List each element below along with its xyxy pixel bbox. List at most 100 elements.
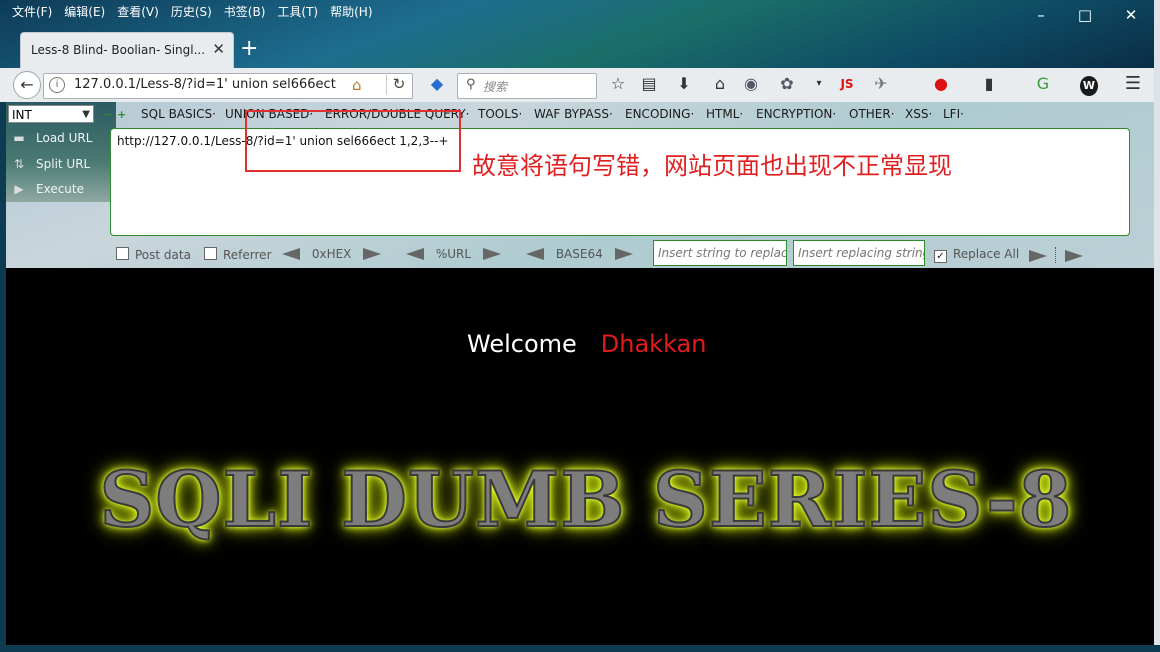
menu-encryption[interactable]: ENCRYPTION·	[756, 107, 836, 121]
menu-lfi[interactable]: LFI·	[943, 107, 964, 121]
split-url-label: Split URL	[36, 157, 91, 171]
load-url-label: Load URL	[36, 131, 93, 145]
search-bar[interactable]: ⚲ 搜索	[457, 73, 597, 99]
palette-icon[interactable]: ✿	[776, 74, 798, 94]
tab-title: Less-8 Blind- Boolian- Singl...	[31, 43, 206, 57]
replace-left-arrow-icon[interactable]	[1029, 250, 1047, 262]
type-select[interactable]: INT ▼	[8, 105, 94, 123]
back-arrow-icon[interactable]: ←	[13, 71, 41, 99]
js-icon[interactable]: JS	[836, 74, 858, 94]
execute-button[interactable]: ▶ Execute	[12, 182, 84, 196]
new-tab-icon[interactable]: +	[240, 38, 258, 60]
url-label: %URL	[435, 247, 472, 261]
menu-waf-bypass[interactable]: WAF BYPASS·	[534, 107, 613, 121]
hex-decode-arrow-icon[interactable]	[282, 248, 300, 260]
dropdown-chevron-icon[interactable]: ▾	[808, 74, 830, 94]
post-data-checkbox[interactable]: Post data	[116, 247, 191, 262]
welcome-name: Dhakkan	[600, 330, 707, 358]
menu-tools[interactable]: 工具(T)	[271, 2, 324, 22]
menu-encoding[interactable]: ENCODING·	[625, 107, 694, 121]
menu-sql-basics[interactable]: SQL BASICS·	[141, 107, 216, 121]
reload-icon[interactable]: ↻	[386, 75, 411, 95]
url-encode-arrow-icon[interactable]	[482, 248, 501, 260]
download-icon[interactable]: ⬇	[673, 74, 695, 94]
welcome-line: Welcome Dhakkan	[467, 330, 706, 358]
base64-label: BASE64	[555, 247, 603, 261]
active-tab[interactable]: Less-8 Blind- Boolian- Singl... ✕	[20, 32, 234, 69]
replace-string-input[interactable]: Insert string to replace	[653, 240, 787, 266]
replacing-string-input[interactable]: Insert replacing string	[793, 240, 925, 266]
hamburger-menu-icon[interactable]: ☰	[1122, 74, 1144, 94]
window-bottom-edge	[0, 645, 1160, 652]
search-placeholder: 搜索	[483, 80, 508, 94]
post-data-box[interactable]	[116, 247, 129, 260]
clipboard-icon[interactable]: ▮	[978, 74, 1000, 94]
base64-control: BASE64	[526, 247, 633, 261]
hackbar-panel: INT ▼ − + SQL BASICS· UNION BASED· ERROR…	[6, 102, 1154, 268]
load-url-button[interactable]: ▬ Load URL	[12, 131, 92, 145]
menu-help[interactable]: 帮助(H)	[324, 2, 378, 22]
reader-list-icon[interactable]: ▤	[638, 74, 660, 94]
execute-icon: ▶	[14, 182, 24, 196]
annotation-text: 故意将语句写错，网站页面也出现不正常显现	[472, 152, 952, 180]
hex-label: 0xHEX	[311, 247, 352, 261]
replace-all-box[interactable]: ✓	[934, 250, 947, 263]
menu-view[interactable]: 查看(V)	[111, 2, 165, 22]
base64-encode-arrow-icon[interactable]	[614, 248, 633, 260]
replace-arrows	[1029, 247, 1083, 263]
minimize-button[interactable]: –	[1018, 2, 1064, 28]
menu-history[interactable]: 历史(S)	[165, 2, 218, 22]
url-text[interactable]: 127.0.0.1/Less-8/?id=1' union sel666ect	[74, 77, 336, 92]
colorful-g-icon[interactable]: G	[1032, 74, 1054, 94]
info-icon[interactable]: i	[49, 77, 65, 93]
url-bar[interactable]: i 127.0.0.1/Less-8/?id=1' union sel666ec…	[43, 73, 413, 99]
post-data-label: Post data	[135, 248, 191, 262]
menu-bookmarks[interactable]: 书签(B)	[218, 2, 272, 22]
window-left-edge	[0, 102, 6, 645]
duck-icon[interactable]: ◆	[426, 74, 448, 94]
w-shield-icon[interactable]: W	[1080, 76, 1098, 96]
urlencode-control: %URL	[406, 247, 501, 261]
menu-file[interactable]: 文件(F)	[6, 2, 58, 22]
select-arrow-icon: ▼	[82, 109, 90, 120]
replace-all-checkbox[interactable]: ✓ Replace All	[934, 247, 1019, 263]
menu-bar: 文件(F) 编辑(E) 查看(V) 历史(S) 书签(B) 工具(T) 帮助(H…	[6, 2, 379, 22]
hex-encode-arrow-icon[interactable]	[363, 248, 382, 260]
menu-xss[interactable]: XSS·	[905, 107, 932, 121]
referrer-box[interactable]	[204, 247, 217, 260]
maximize-button[interactable]: □	[1062, 2, 1108, 28]
menu-other[interactable]: OTHER·	[849, 107, 895, 121]
referrer-label: Referrer	[223, 248, 272, 262]
split-url-button[interactable]: ⇅ Split URL	[12, 157, 90, 171]
tab-close-icon[interactable]: ✕	[212, 40, 225, 58]
replace-all-label: Replace All	[953, 247, 1020, 261]
rocket-icon[interactable]: ✈	[870, 74, 892, 94]
series-banner: SQLI DUMB SERIES-8	[98, 454, 1073, 545]
menu-edit[interactable]: 编辑(E)	[58, 2, 111, 22]
split-url-icon: ⇅	[13, 157, 25, 171]
url-decode-arrow-icon[interactable]	[406, 248, 424, 260]
welcome-text: Welcome	[467, 330, 577, 358]
page-content: Welcome Dhakkan SQLI DUMB SERIES-8	[6, 268, 1154, 645]
menu-tools[interactable]: TOOLS·	[478, 107, 522, 121]
window-right-edge	[1154, 0, 1160, 652]
referrer-checkbox[interactable]: Referrer	[204, 247, 272, 262]
browser-window: 文件(F) 编辑(E) 查看(V) 历史(S) 书签(B) 工具(T) 帮助(H…	[0, 0, 1160, 652]
hex-control: 0xHEX	[282, 247, 382, 261]
load-url-icon: ▬	[13, 131, 25, 145]
type-select-value: INT	[12, 108, 32, 122]
execute-label: Execute	[36, 182, 84, 196]
red-record-icon[interactable]: ●	[930, 74, 952, 94]
base64-decode-arrow-icon[interactable]	[526, 248, 544, 260]
home-icon[interactable]: ⌂	[352, 76, 362, 94]
globe-icon[interactable]: ◉	[740, 74, 762, 94]
annotation-highlight-box	[245, 110, 461, 172]
home-toolbar-icon[interactable]: ⌂	[709, 74, 731, 94]
navigation-bar: ← i 127.0.0.1/Less-8/?id=1' union sel666…	[0, 68, 1160, 103]
search-icon: ⚲	[466, 77, 476, 92]
star-icon[interactable]: ☆	[607, 74, 629, 94]
menu-html[interactable]: HTML·	[706, 107, 743, 121]
close-window-button[interactable]: ✕	[1108, 2, 1154, 28]
plus-minus-icon[interactable]: − +	[104, 108, 126, 121]
replace-right-arrow-icon[interactable]	[1064, 250, 1083, 262]
